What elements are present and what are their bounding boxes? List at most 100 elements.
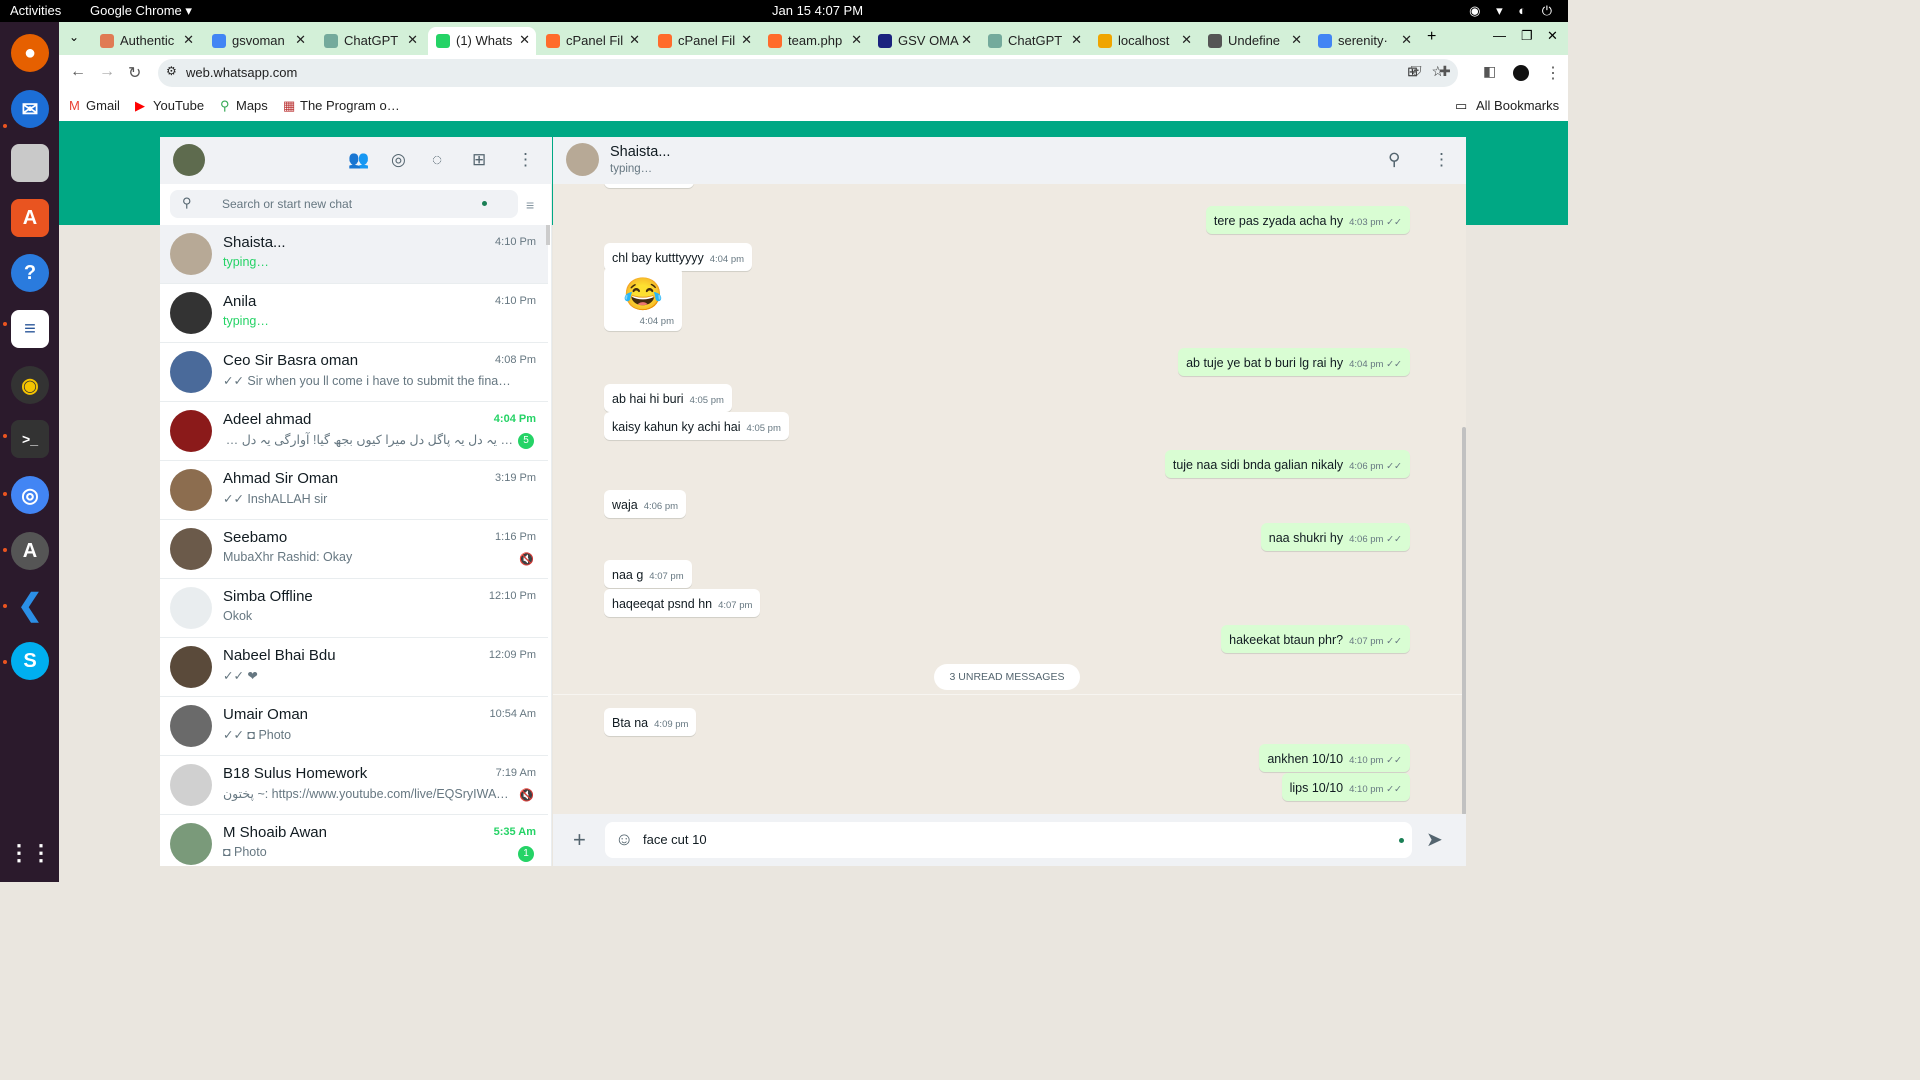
- chat-list-item[interactable]: Seebamo 1:16 Pm MubaXhr Rashid: Okay 🔇: [160, 520, 548, 579]
- new-chat-icon[interactable]: ⊞: [472, 150, 486, 170]
- help-icon[interactable]: ?: [11, 254, 49, 292]
- tab-close-icon[interactable]: ✕: [961, 32, 972, 48]
- chat-list-item[interactable]: Umair Oman 10:54 Am ✓✓ ◘ Photo: [160, 697, 548, 756]
- clock[interactable]: Jan 15 4:07 PM: [772, 3, 863, 18]
- outgoing-message[interactable]: tuje naa sidi bnda galian nikaly 4:06 pm …: [1164, 450, 1410, 478]
- thunderbird-icon[interactable]: ✉: [11, 90, 49, 128]
- outgoing-message[interactable]: naa shukri hy 4:06 pm ✓✓: [1260, 523, 1410, 551]
- tab-2[interactable]: gsvoman ✕: [204, 27, 312, 55]
- incoming-message[interactable]: kaisy kahun ky achi hai 4:05 pm: [604, 412, 789, 440]
- tab-3[interactable]: ChatGPT ✕: [316, 27, 424, 55]
- restore-button[interactable]: ❐: [1521, 28, 1533, 44]
- communities-icon[interactable]: 👥: [348, 150, 369, 170]
- minimize-button[interactable]: —: [1493, 28, 1506, 43]
- tab-10[interactable]: localhost ✕: [1090, 27, 1198, 55]
- tab-close-icon[interactable]: ✕: [183, 32, 194, 48]
- outgoing-message[interactable]: ankhen 10/10 4:10 pm ✓✓: [1259, 744, 1410, 772]
- incoming-message[interactable]: waja 4:06 pm: [604, 490, 687, 518]
- app-menu[interactable]: Google Chrome ▾: [90, 3, 192, 19]
- chat-search-icon[interactable]: ⚲: [1388, 150, 1400, 170]
- close-window-button[interactable]: ✕: [1547, 28, 1558, 44]
- reload-icon[interactable]: ↻: [128, 63, 141, 83]
- incoming-message[interactable]: Bta na 4:09 pm: [604, 708, 697, 736]
- contact-avatar[interactable]: [566, 143, 599, 176]
- files-icon[interactable]: [11, 144, 49, 182]
- bookmark-maps[interactable]: Maps: [236, 98, 268, 113]
- profile-avatar[interactable]: [1513, 65, 1529, 81]
- incoming-message[interactable]: 😂 4:04 pm: [604, 267, 682, 331]
- message-input[interactable]: ☺ face cut 10: [605, 822, 1412, 858]
- sidepanel-icon[interactable]: ◧: [1483, 63, 1496, 80]
- new-tab-button[interactable]: +: [1427, 28, 1436, 46]
- tab-close-icon[interactable]: ✕: [519, 32, 530, 48]
- chat-list-item[interactable]: M Shoaib Awan 5:35 Am ◘ Photo 1: [160, 815, 548, 866]
- tab-9[interactable]: ChatGPT ✕: [980, 27, 1088, 55]
- outgoing-message[interactable]: hakeekat btaun phr? 4:07 pm ✓✓: [1221, 625, 1410, 653]
- chrome-icon[interactable]: ◎: [11, 476, 49, 514]
- tab-7[interactable]: team.php ✕: [760, 27, 868, 55]
- tab-close-icon[interactable]: ✕: [1401, 32, 1412, 48]
- tab-11[interactable]: Undefine ✕: [1200, 27, 1308, 55]
- tab-close-icon[interactable]: ✕: [629, 32, 640, 48]
- all-bookmarks[interactable]: All Bookmarks: [1476, 98, 1559, 113]
- site-info-icon[interactable]: ⚙: [166, 64, 177, 78]
- skype-icon[interactable]: S: [11, 642, 49, 680]
- attach-plus-icon[interactable]: +: [573, 827, 586, 853]
- tab-close-icon[interactable]: ✕: [1291, 32, 1302, 48]
- incoming-message[interactable]: naa g 4:07 pm: [604, 560, 692, 588]
- vscode-icon[interactable]: ❮: [11, 586, 49, 624]
- tab-12[interactable]: serenity· ✕: [1310, 27, 1418, 55]
- tab-search-icon[interactable]: ⌄: [69, 30, 79, 44]
- tab-5[interactable]: cPanel Fil ✕: [538, 27, 646, 55]
- outgoing-message[interactable]: tere pas zyada acha hy 4:03 pm ✓✓: [1205, 206, 1410, 234]
- tab-close-icon[interactable]: ✕: [741, 32, 752, 48]
- tab-close-icon[interactable]: ✕: [407, 32, 418, 48]
- chat-list-item[interactable]: Simba Offline 12:10 Pm Okok: [160, 579, 548, 638]
- search-input[interactable]: ⚲ Search or start new chat: [170, 190, 518, 218]
- updater-icon[interactable]: A: [11, 532, 49, 570]
- channels-icon[interactable]: ◌: [432, 150, 442, 170]
- extensions-icon[interactable]: ✚: [1439, 63, 1451, 80]
- contact-name[interactable]: Shaista...: [610, 144, 670, 160]
- bookmark-gmail[interactable]: Gmail: [86, 98, 120, 113]
- tab-close-icon[interactable]: ✕: [1071, 32, 1082, 48]
- chat-list-item[interactable]: Ahmad Sir Oman 3:19 Pm ✓✓ InshALLAH sir: [160, 461, 548, 520]
- software-icon[interactable]: A: [11, 199, 49, 237]
- tab-close-icon[interactable]: ✕: [851, 32, 862, 48]
- conversation-header[interactable]: Shaista... typing… ⚲ ⋮: [553, 137, 1466, 184]
- back-icon[interactable]: ←: [70, 63, 86, 81]
- terminal-icon[interactable]: >_: [11, 420, 49, 458]
- tab-8[interactable]: GSV OMA ✕: [870, 27, 978, 55]
- chat-list-item[interactable]: Anila 4:10 Pm typing…: [160, 284, 548, 343]
- shield-icon[interactable]: ⛨: [1411, 63, 1422, 80]
- tab-close-icon[interactable]: ✕: [295, 32, 306, 48]
- chatlist-scrollbar[interactable]: [546, 225, 550, 245]
- tab-1[interactable]: Authentic ✕: [92, 27, 200, 55]
- chat-list-item[interactable]: Shaista... 4:10 Pm typing…: [160, 225, 548, 284]
- rhythmbox-icon[interactable]: ◉: [11, 366, 49, 404]
- outgoing-message[interactable]: lips 10/10 4:10 pm ✓✓: [1281, 773, 1410, 801]
- menu-icon[interactable]: ⋮: [517, 150, 534, 170]
- chrome-menu-icon[interactable]: ⋮: [1545, 63, 1561, 83]
- chat-list-item[interactable]: Adeel ahmad 4:04 Pm … یہ دل یہ پاگل دل میر…: [160, 402, 548, 461]
- incoming-message[interactable]: ab hai hi buri 4:05 pm: [604, 384, 732, 412]
- tab-4[interactable]: (1) Whats ✕: [428, 27, 536, 55]
- incoming-message[interactable]: haqeeqat psnd hn 4:07 pm: [604, 589, 761, 617]
- app-grid-icon[interactable]: ⋮⋮: [8, 834, 52, 872]
- chat-list-item[interactable]: Nabeel Bhai Bdu 12:09 Pm ✓✓ ❤: [160, 638, 548, 697]
- status-icon[interactable]: ◎: [391, 150, 406, 170]
- emoji-icon[interactable]: ☺: [615, 829, 633, 850]
- filter-icon[interactable]: ≡: [526, 197, 534, 213]
- bookmark-program[interactable]: The Program o…: [300, 98, 400, 113]
- system-tray[interactable]: ◉ ▾ ◐ ⏻: [1469, 3, 1558, 19]
- my-avatar[interactable]: [173, 144, 205, 176]
- writer-icon[interactable]: ≡: [11, 310, 49, 348]
- tab-close-icon[interactable]: ✕: [1181, 32, 1192, 48]
- firefox-icon[interactable]: ●: [11, 34, 49, 72]
- chat-menu-icon[interactable]: ⋮: [1433, 150, 1450, 170]
- chat-list-item[interactable]: Ceo Sir Basra oman 4:08 Pm ✓✓ Sir when you…: [160, 343, 548, 402]
- message-scrollbar[interactable]: [1462, 427, 1466, 815]
- outgoing-message[interactable]: ab tuje ye bat b buri lg rai hy 4:04 pm ✓…: [1178, 348, 1410, 376]
- activities-button[interactable]: Activities: [10, 3, 61, 18]
- chat-list-item[interactable]: B18 Sulus Homework 7:19 Am پختون ~: https:…: [160, 756, 548, 815]
